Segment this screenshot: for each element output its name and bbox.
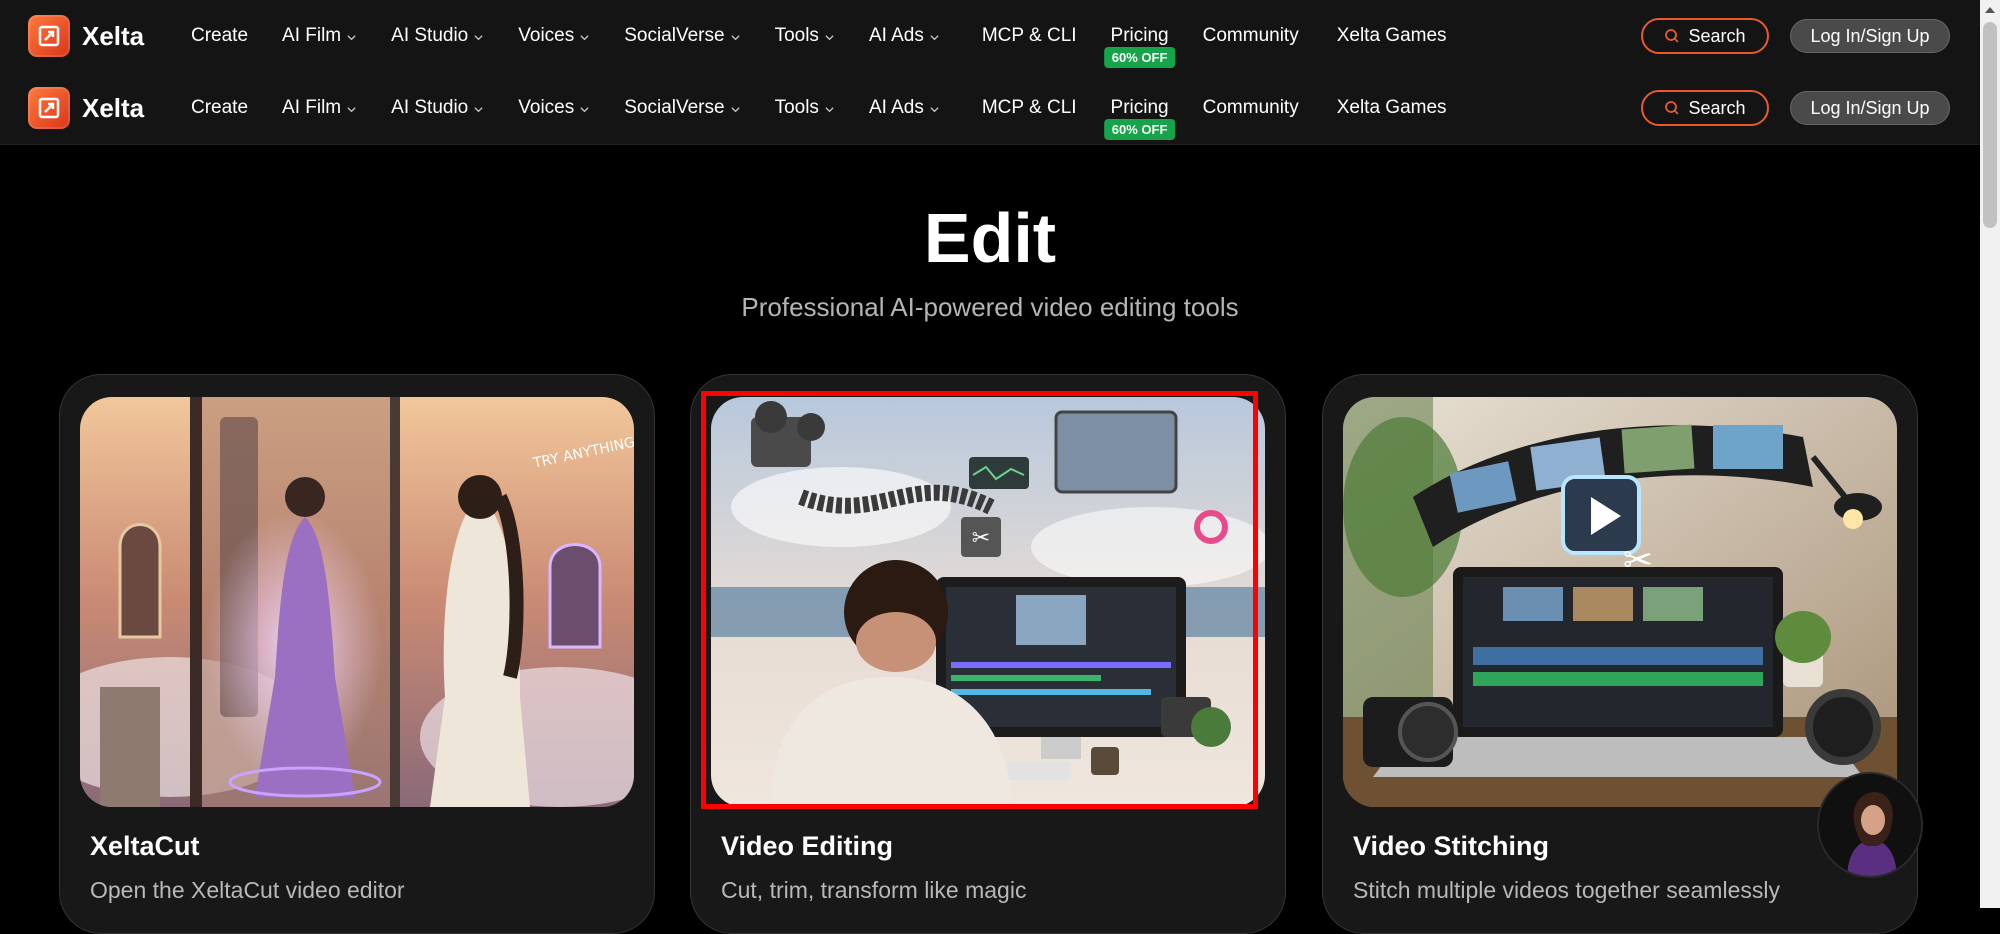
card-description: Stitch multiple videos together seamless… xyxy=(1353,877,1780,903)
card-title: Video Stitching xyxy=(1353,831,1550,861)
brand-logo-link[interactable]: Xelta xyxy=(28,87,144,129)
nav-xelta-games[interactable]: Xelta Games xyxy=(1337,97,1447,119)
chevron-down-icon xyxy=(730,35,740,41)
xelta-logo-icon xyxy=(28,15,70,57)
brand-name: Xelta xyxy=(82,92,145,123)
main-menu: Create AI Film AI Studio Voices SocialVe… xyxy=(191,72,1481,144)
card-image: TRY ANYTHING xyxy=(80,397,634,807)
search-button[interactable]: Search xyxy=(1641,18,1769,54)
nav-ai-studio[interactable]: AI Studio xyxy=(391,25,484,47)
search-icon xyxy=(1665,29,1680,43)
card-description: Cut, trim, transform like magic xyxy=(721,877,1027,903)
xelta-logo-icon xyxy=(28,87,70,129)
search-button[interactable]: Search xyxy=(1641,90,1769,126)
nav-pricing[interactable]: Pricing 60% OFF xyxy=(1103,25,1176,68)
chevron-down-icon xyxy=(580,35,589,41)
nav-ai-ads[interactable]: AI Ads xyxy=(869,25,940,47)
search-icon xyxy=(1665,101,1680,115)
discount-badge: 60% OFF xyxy=(1103,47,1176,68)
discount-badge: 60% OFF xyxy=(1103,119,1176,140)
chevron-down-icon xyxy=(347,107,356,113)
login-signup-button[interactable]: Log In/Sign Up xyxy=(1790,91,1950,125)
chevron-down-icon xyxy=(930,35,939,41)
brand-logo-link[interactable]: Xelta xyxy=(28,15,144,57)
card-xeltacut[interactable]: TRY ANYTHING XeltaCut Open the XeltaCut … xyxy=(59,374,655,934)
nav-ai-ads[interactable]: AI Ads xyxy=(869,97,940,119)
card-video-editing[interactable]: ✂ Video Editing Cut, trim, transform lik… xyxy=(690,374,1286,934)
nav-create[interactable]: Create xyxy=(191,25,248,47)
chevron-down-icon xyxy=(474,35,483,41)
chevron-down-icon xyxy=(730,107,740,113)
card-title: XeltaCut xyxy=(90,831,200,861)
scroll-up-icon[interactable] xyxy=(1980,0,2000,20)
sticky-nav: Xelta Create AI Film AI Studio Voices So… xyxy=(0,72,1980,145)
login-signup-button[interactable]: Log In/Sign Up xyxy=(1790,19,1950,53)
nav-pricing[interactable]: Pricing 60% OFF xyxy=(1103,97,1176,140)
page-subtitle: Professional AI-powered video editing to… xyxy=(741,292,1239,322)
nav-community[interactable]: Community xyxy=(1203,97,1299,119)
chevron-down-icon xyxy=(580,107,589,113)
nav-create[interactable]: Create xyxy=(191,97,248,119)
nav-community[interactable]: Community xyxy=(1203,25,1299,47)
nav-xelta-games[interactable]: Xelta Games xyxy=(1337,25,1447,47)
main-menu: Create AI Film AI Studio Voices SocialVe… xyxy=(191,0,1481,72)
svg-text:✂: ✂ xyxy=(972,526,990,551)
chevron-down-icon xyxy=(825,35,834,41)
chevron-down-icon xyxy=(930,107,939,113)
top-nav: Xelta Create AI Film AI Studio Voices So… xyxy=(0,0,1980,72)
brand-name: Xelta xyxy=(82,20,145,51)
nav-ai-studio[interactable]: AI Studio xyxy=(391,97,484,119)
nav-socialverse[interactable]: SocialVerse xyxy=(624,97,740,119)
nav-mcp-cli[interactable]: MCP & CLI xyxy=(982,97,1077,119)
chevron-down-icon xyxy=(825,107,834,113)
card-description: Open the XeltaCut video editor xyxy=(90,877,405,903)
nav-mcp-cli[interactable]: MCP & CLI xyxy=(982,25,1077,47)
nav-tools[interactable]: Tools xyxy=(775,97,835,119)
nav-ai-film[interactable]: AI Film xyxy=(282,97,357,119)
card-image: ✂ xyxy=(711,397,1265,807)
nav-voices[interactable]: Voices xyxy=(518,97,590,119)
nav-voices[interactable]: Voices xyxy=(518,25,590,47)
page-scrollbar[interactable] xyxy=(1980,0,2000,908)
card-image: ✂ xyxy=(1343,397,1897,807)
assistant-avatar[interactable] xyxy=(1817,772,1923,878)
scrollbar-thumb[interactable] xyxy=(1983,22,1997,228)
card-title: Video Editing xyxy=(721,831,894,861)
chevron-down-icon xyxy=(347,35,356,41)
nav-ai-film[interactable]: AI Film xyxy=(282,25,357,47)
nav-tools[interactable]: Tools xyxy=(775,25,835,47)
page-title: Edit xyxy=(923,199,1057,277)
nav-socialverse[interactable]: SocialVerse xyxy=(624,25,740,47)
chevron-down-icon xyxy=(474,107,483,113)
